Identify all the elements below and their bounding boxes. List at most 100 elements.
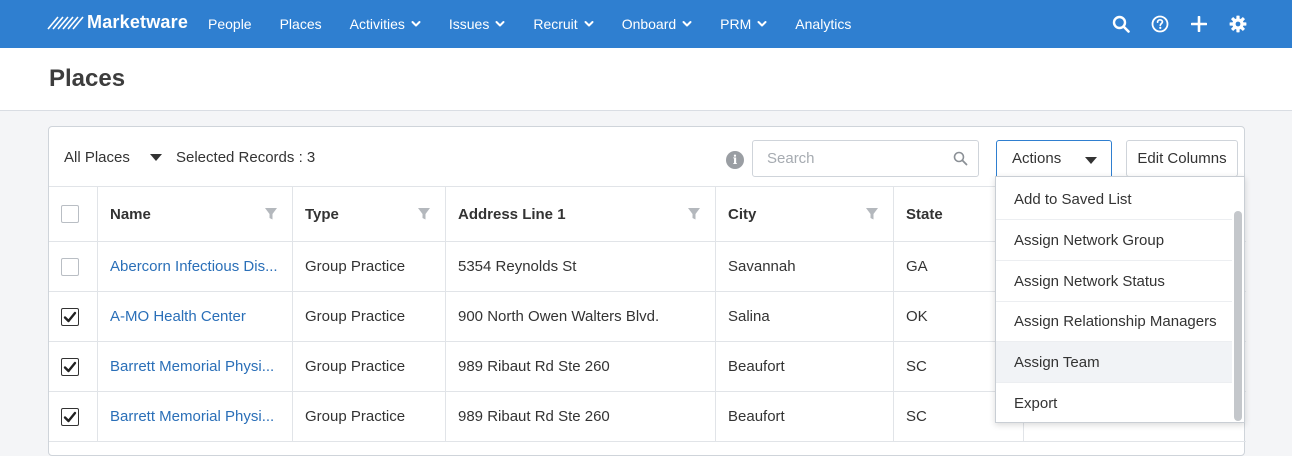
place-name-link[interactable]: Abercorn Infectious Dis... xyxy=(110,258,278,275)
cell-value: Group Practice xyxy=(305,358,406,375)
column-header-label: Type xyxy=(305,205,339,223)
search-icon[interactable] xyxy=(1111,14,1131,34)
caret-down-icon xyxy=(1085,157,1097,164)
nav-actions xyxy=(1092,0,1248,48)
column-header-city[interactable]: City xyxy=(716,187,894,241)
nav-item-label: Analytics xyxy=(795,16,852,32)
cell-name: A-MO Health Center xyxy=(98,292,293,341)
nav-item-people[interactable]: People xyxy=(208,0,252,48)
view-select[interactable]: All Places xyxy=(64,149,162,166)
help-icon[interactable] xyxy=(1150,14,1170,34)
search-input[interactable] xyxy=(767,150,947,167)
plus-icon[interactable] xyxy=(1189,14,1209,34)
nav-item-label: Recruit xyxy=(533,16,578,32)
top-navbar: Marketware People Places Activities Issues R… xyxy=(0,0,1292,48)
nav-item-recruit[interactable]: Recruit xyxy=(533,0,594,48)
cell-value: SC xyxy=(906,408,927,425)
cell-address-line-1: 900 North Owen Walters Blvd. xyxy=(446,292,716,341)
cell-address-line-1: 989 Ribaut Rd Ste 260 xyxy=(446,392,716,441)
filter-icon[interactable] xyxy=(687,207,701,225)
cell-type: Group Practice xyxy=(293,392,446,441)
cell-name: Abercorn Infectious Dis... xyxy=(98,242,293,291)
cell-city: Beaufort xyxy=(716,392,894,441)
brand-name: Marketware xyxy=(87,12,189,32)
chevron-down-icon xyxy=(584,21,594,27)
place-name-link[interactable]: Barrett Memorial Physi... xyxy=(110,358,274,375)
checkmark-icon xyxy=(63,361,77,372)
search-box xyxy=(752,140,979,177)
cell-value: Savannah xyxy=(728,258,796,275)
cell-value: GA xyxy=(906,258,928,275)
row-checkbox[interactable] xyxy=(61,257,79,276)
page-header: Places xyxy=(0,48,1292,111)
nav-item-label: Activities xyxy=(349,16,405,32)
filter-icon[interactable] xyxy=(865,207,879,225)
nav-item-issues[interactable]: Issues xyxy=(449,0,505,48)
nav-item-places[interactable]: Places xyxy=(280,0,322,48)
row-checkbox[interactable] xyxy=(61,407,79,426)
column-header-label: Address Line 1 xyxy=(458,205,566,223)
menu-item-assign-relationship-managers[interactable]: Assign Relationship Managers xyxy=(996,301,1232,342)
selected-records-count: Selected Records : 3 xyxy=(176,149,316,166)
filter-icon[interactable] xyxy=(264,207,278,225)
row-select-cell xyxy=(49,392,98,441)
place-name-link[interactable]: Barrett Memorial Physi... xyxy=(110,408,274,425)
filter-icon[interactable] xyxy=(417,207,431,225)
chevron-down-icon xyxy=(411,21,421,27)
gear-icon[interactable] xyxy=(1228,14,1248,34)
row-checkbox[interactable] xyxy=(61,357,79,376)
select-all-checkbox[interactable] xyxy=(61,205,79,223)
menu-item-assign-team[interactable]: Assign Team xyxy=(996,342,1232,383)
nav-item-activities[interactable]: Activities xyxy=(350,0,421,48)
cell-name: Barrett Memorial Physi... xyxy=(98,392,293,441)
actions-button[interactable]: Actions xyxy=(996,140,1112,177)
menu-item-assign-network-group[interactable]: Assign Network Group xyxy=(996,220,1232,261)
cell-value: 5354 Reynolds St xyxy=(458,258,577,275)
cell-city: Savannah xyxy=(716,242,894,291)
checkmark-icon xyxy=(63,311,77,322)
column-header-label: Name xyxy=(110,205,151,223)
cell-value: Beaufort xyxy=(728,358,785,375)
cell-value: Group Practice xyxy=(305,408,406,425)
page-title: Places xyxy=(49,65,126,92)
brand-logo[interactable]: Marketware xyxy=(47,12,188,33)
cell-value: Beaufort xyxy=(728,408,785,425)
nav-item-analytics[interactable]: Analytics xyxy=(795,0,851,48)
actions-dropdown-menu: Add to Saved List Assign Network Group Ass… xyxy=(995,176,1245,423)
column-header-type[interactable]: Type xyxy=(293,187,446,241)
nav-item-label: People xyxy=(208,16,252,32)
column-header-address-line-1[interactable]: Address Line 1 xyxy=(446,187,716,241)
select-all-cell xyxy=(49,187,98,241)
row-select-cell xyxy=(49,292,98,341)
search-icon[interactable] xyxy=(953,151,968,171)
chevron-down-icon xyxy=(757,21,767,27)
row-select-cell xyxy=(49,242,98,291)
nav-item-onboard[interactable]: Onboard xyxy=(622,0,692,48)
dropdown-scrollbar[interactable] xyxy=(1234,211,1242,421)
menu-item-export[interactable]: Export xyxy=(996,383,1232,424)
column-header-name[interactable]: Name xyxy=(98,187,293,241)
edit-columns-button[interactable]: Edit Columns xyxy=(1126,140,1238,177)
nav-item-prm[interactable]: PRM xyxy=(720,0,767,48)
logo-mark-icon xyxy=(47,15,84,30)
nav-item-label: Onboard xyxy=(621,16,677,32)
column-header-label: State xyxy=(906,205,943,223)
menu-item-add-to-saved-list[interactable]: Add to Saved List xyxy=(996,179,1232,220)
nav-item-label: Places xyxy=(279,16,322,32)
row-checkbox[interactable] xyxy=(61,307,79,326)
actions-button-label: Actions xyxy=(1012,150,1062,167)
menu-item-assign-network-status[interactable]: Assign Network Status xyxy=(996,261,1232,302)
cell-value: 989 Ribaut Rd Ste 260 xyxy=(458,408,610,425)
cell-type: Group Practice xyxy=(293,242,446,291)
cell-address-line-1: 5354 Reynolds St xyxy=(446,242,716,291)
cell-type: Group Practice xyxy=(293,342,446,391)
chevron-down-icon xyxy=(682,21,692,27)
nav-item-label: PRM xyxy=(720,16,752,32)
cell-value: Salina xyxy=(728,308,770,325)
cell-city: Salina xyxy=(716,292,894,341)
info-icon[interactable]: i xyxy=(726,151,744,169)
caret-down-icon xyxy=(149,154,162,161)
place-name-link[interactable]: A-MO Health Center xyxy=(110,308,246,325)
view-select-label: All Places xyxy=(64,149,130,166)
cell-name: Barrett Memorial Physi... xyxy=(98,342,293,391)
